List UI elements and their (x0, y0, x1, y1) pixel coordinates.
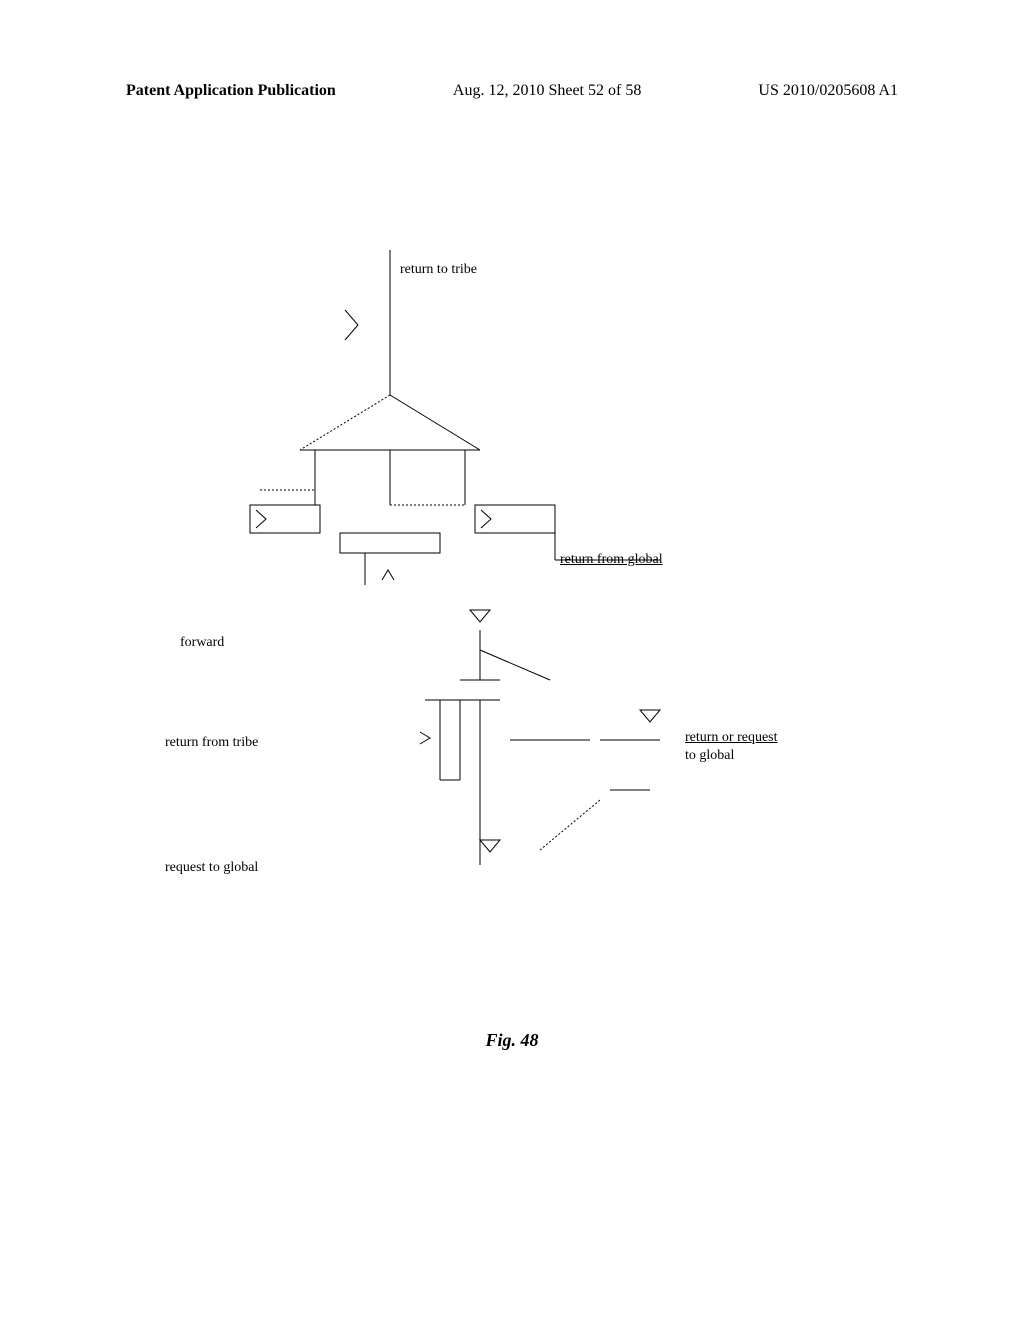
figure-caption: Fig. 48 (0, 1030, 1024, 1051)
label-request-to-global: request to global (165, 860, 258, 876)
figure-diagram: return to tribe return from global forwa… (160, 250, 880, 970)
diagram-svg (160, 250, 880, 970)
label-return-from-tribe: return from tribe (165, 735, 258, 751)
label-return-to-tribe: return to tribe (400, 262, 477, 278)
header-date-sheet: Aug. 12, 2010 Sheet 52 of 58 (453, 82, 641, 100)
label-return-or-request-line1: return or request (685, 730, 778, 746)
label-return-or-request-line2: to global (685, 748, 734, 764)
page-header: Patent Application Publication Aug. 12, … (0, 82, 1024, 100)
header-pub-number: US 2010/0205608 A1 (758, 82, 898, 100)
label-forward: forward (180, 635, 224, 651)
label-return-from-global: return from global (560, 552, 663, 568)
header-pub-type: Patent Application Publication (126, 82, 336, 100)
